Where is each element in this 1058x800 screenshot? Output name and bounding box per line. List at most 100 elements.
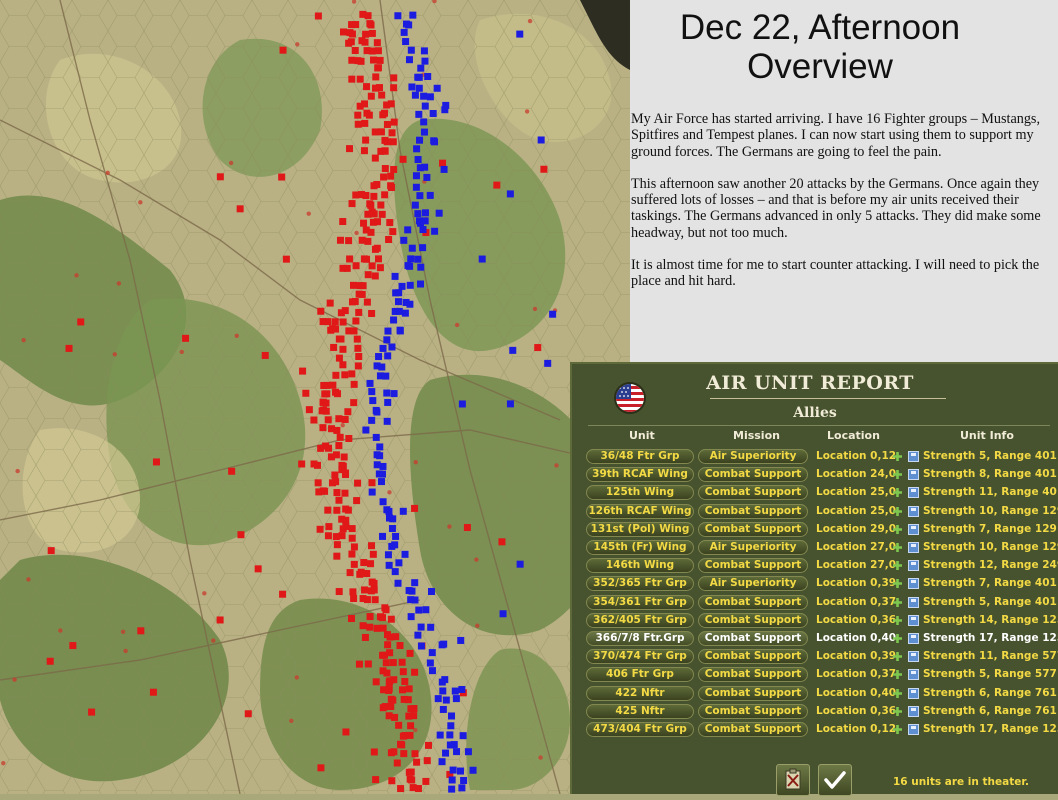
info-icon[interactable] bbox=[908, 615, 919, 626]
german-unit-marker[interactable] bbox=[385, 561, 393, 569]
allied-unit-marker[interactable] bbox=[369, 218, 377, 226]
german-unit-marker[interactable] bbox=[401, 309, 409, 317]
table-row[interactable]: 36/48 Ftr Grp Air Superiority Location 0,1… bbox=[586, 449, 1057, 465]
plus-icon[interactable] bbox=[892, 451, 903, 462]
allied-unit-marker[interactable] bbox=[382, 606, 390, 614]
allied-unit-marker[interactable] bbox=[354, 111, 362, 119]
allied-unit-marker[interactable] bbox=[361, 38, 369, 46]
allied-unit-marker[interactable] bbox=[361, 633, 369, 641]
allied-unit-marker[interactable] bbox=[182, 334, 190, 342]
allied-unit-marker[interactable] bbox=[363, 255, 371, 263]
allied-unit-marker[interactable] bbox=[152, 458, 160, 466]
allied-unit-marker[interactable] bbox=[299, 367, 307, 375]
allied-unit-marker[interactable] bbox=[335, 415, 343, 423]
allied-unit-marker[interactable] bbox=[400, 750, 408, 758]
allied-unit-marker[interactable] bbox=[351, 46, 359, 54]
plus-icon[interactable] bbox=[892, 706, 903, 717]
table-row[interactable]: 473/404 Ftr Grp Combat Support Location 0,… bbox=[586, 722, 1058, 738]
german-unit-marker[interactable] bbox=[448, 776, 456, 784]
allied-unit-marker[interactable] bbox=[371, 272, 379, 280]
german-unit-marker[interactable] bbox=[420, 128, 428, 136]
allied-unit-marker[interactable] bbox=[398, 686, 406, 694]
german-unit-marker[interactable] bbox=[431, 138, 439, 146]
mission-button[interactable]: Air Superiority bbox=[698, 576, 808, 591]
mission-button[interactable]: Combat Support bbox=[698, 631, 808, 646]
german-unit-marker[interactable] bbox=[460, 776, 468, 784]
german-unit-marker[interactable] bbox=[414, 631, 422, 639]
allied-unit-marker[interactable] bbox=[319, 424, 327, 432]
allied-unit-marker[interactable] bbox=[331, 318, 339, 326]
table-row[interactable]: 370/474 Ftr Grp Combat Support Location 0,… bbox=[586, 649, 1058, 665]
german-unit-marker[interactable] bbox=[452, 695, 460, 703]
allied-unit-marker[interactable] bbox=[339, 361, 347, 369]
allied-unit-marker[interactable] bbox=[371, 245, 379, 253]
allied-unit-marker[interactable] bbox=[381, 165, 389, 173]
mission-button[interactable]: Combat Support bbox=[698, 595, 808, 610]
german-unit-marker[interactable] bbox=[516, 30, 524, 38]
allied-unit-marker[interactable] bbox=[348, 75, 356, 83]
allied-unit-marker[interactable] bbox=[399, 732, 407, 740]
german-unit-marker[interactable] bbox=[427, 623, 435, 631]
plus-icon[interactable] bbox=[892, 688, 903, 699]
allied-unit-marker[interactable] bbox=[366, 613, 374, 621]
allied-unit-marker[interactable] bbox=[390, 74, 398, 82]
allied-unit-marker[interactable] bbox=[406, 649, 414, 657]
german-unit-marker[interactable] bbox=[420, 47, 428, 55]
plus-icon[interactable] bbox=[892, 542, 903, 553]
allied-unit-marker[interactable] bbox=[314, 12, 322, 20]
german-unit-marker[interactable] bbox=[395, 307, 403, 315]
allied-unit-marker[interactable] bbox=[374, 255, 382, 263]
german-unit-marker[interactable] bbox=[419, 244, 427, 252]
info-icon[interactable] bbox=[908, 706, 919, 717]
german-unit-marker[interactable] bbox=[428, 649, 436, 657]
allied-unit-marker[interactable] bbox=[137, 627, 145, 635]
allied-unit-marker[interactable] bbox=[386, 219, 394, 227]
allied-unit-marker[interactable] bbox=[356, 75, 364, 83]
allied-unit-marker[interactable] bbox=[348, 30, 356, 38]
german-unit-marker[interactable] bbox=[398, 282, 406, 290]
allied-unit-marker[interactable] bbox=[254, 565, 262, 573]
allied-unit-marker[interactable] bbox=[324, 318, 332, 326]
german-unit-marker[interactable] bbox=[421, 163, 429, 171]
german-unit-marker[interactable] bbox=[372, 433, 380, 441]
german-unit-marker[interactable] bbox=[407, 255, 415, 263]
table-row[interactable]: 354/361 Ftr Grp Combat Support Location 0,… bbox=[586, 595, 1057, 611]
german-unit-marker[interactable] bbox=[389, 515, 397, 523]
allied-unit-marker[interactable] bbox=[336, 236, 344, 244]
allied-unit-marker[interactable] bbox=[378, 210, 386, 218]
table-row[interactable]: 39th RCAF Wing Combat Support Location 24,… bbox=[586, 467, 1057, 483]
allied-unit-marker[interactable] bbox=[330, 343, 338, 351]
mission-button[interactable]: Combat Support bbox=[698, 649, 808, 664]
allied-unit-marker[interactable] bbox=[387, 100, 395, 108]
german-unit-marker[interactable] bbox=[516, 560, 524, 568]
allied-unit-marker[interactable] bbox=[439, 159, 447, 167]
german-unit-marker[interactable] bbox=[415, 606, 423, 614]
german-unit-marker[interactable] bbox=[448, 785, 456, 793]
allied-unit-marker[interactable] bbox=[388, 129, 396, 137]
german-unit-marker[interactable] bbox=[383, 389, 391, 397]
allied-unit-marker[interactable] bbox=[332, 533, 340, 541]
plus-icon[interactable] bbox=[892, 560, 903, 571]
unit-name-button[interactable]: 146th Wing bbox=[586, 558, 694, 573]
info-icon[interactable] bbox=[908, 597, 919, 608]
german-unit-marker[interactable] bbox=[414, 255, 422, 263]
allied-unit-marker[interactable] bbox=[354, 479, 362, 487]
allied-unit-marker[interactable] bbox=[332, 371, 340, 379]
german-unit-marker[interactable] bbox=[408, 83, 416, 91]
allied-unit-marker[interactable] bbox=[387, 182, 395, 190]
allied-unit-marker[interactable] bbox=[372, 73, 380, 81]
allied-unit-marker[interactable] bbox=[46, 657, 54, 665]
allied-unit-marker[interactable] bbox=[380, 651, 388, 659]
unit-name-button[interactable]: 125th Wing bbox=[586, 485, 694, 500]
info-icon[interactable] bbox=[908, 542, 919, 553]
allied-unit-marker[interactable] bbox=[367, 92, 375, 100]
allied-unit-marker[interactable] bbox=[360, 219, 368, 227]
german-unit-marker[interactable] bbox=[537, 136, 545, 144]
allied-unit-marker[interactable] bbox=[310, 460, 318, 468]
unit-name-button[interactable]: 422 Nftr bbox=[586, 686, 694, 701]
allied-unit-marker[interactable] bbox=[279, 590, 287, 598]
allied-unit-marker[interactable] bbox=[345, 237, 353, 245]
allied-unit-marker[interactable] bbox=[364, 271, 372, 279]
unit-name-button[interactable]: 425 Nftr bbox=[586, 704, 694, 719]
allied-unit-marker[interactable] bbox=[363, 47, 371, 55]
